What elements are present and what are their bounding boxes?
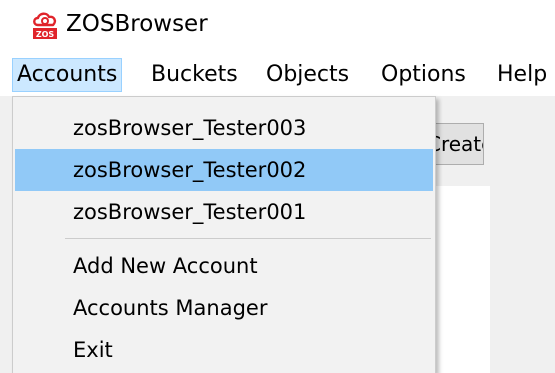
menu-buckets[interactable]: Buckets <box>151 58 238 92</box>
title-bar: ZOS ZOSBrowser <box>0 0 555 52</box>
app-title: ZOSBrowser <box>66 11 208 37</box>
menu-options[interactable]: Options <box>381 58 466 92</box>
account-item-tester003[interactable]: zosBrowser_Tester003 <box>15 107 433 149</box>
content-panel <box>432 186 490 373</box>
add-new-account-item[interactable]: Add New Account <box>15 245 433 287</box>
cloud-logo-icon: ZOS <box>33 12 57 39</box>
menu-help[interactable]: Help <box>497 58 547 92</box>
accounts-dropdown-menu: zosBrowser_Tester003 zosBrowser_Tester00… <box>12 96 436 373</box>
account-item-tester001[interactable]: zosBrowser_Tester001 <box>15 191 433 233</box>
svg-text:ZOS: ZOS <box>36 30 55 39</box>
exit-item[interactable]: Exit <box>15 329 433 371</box>
menu-separator <box>65 238 431 239</box>
account-item-tester002[interactable]: zosBrowser_Tester002 <box>15 149 433 191</box>
menu-objects[interactable]: Objects <box>266 58 349 92</box>
accounts-manager-item[interactable]: Accounts Manager <box>15 287 433 329</box>
menu-accounts[interactable]: Accounts <box>12 58 123 92</box>
menu-bar: Accounts Buckets Objects Options Help <box>0 52 555 96</box>
